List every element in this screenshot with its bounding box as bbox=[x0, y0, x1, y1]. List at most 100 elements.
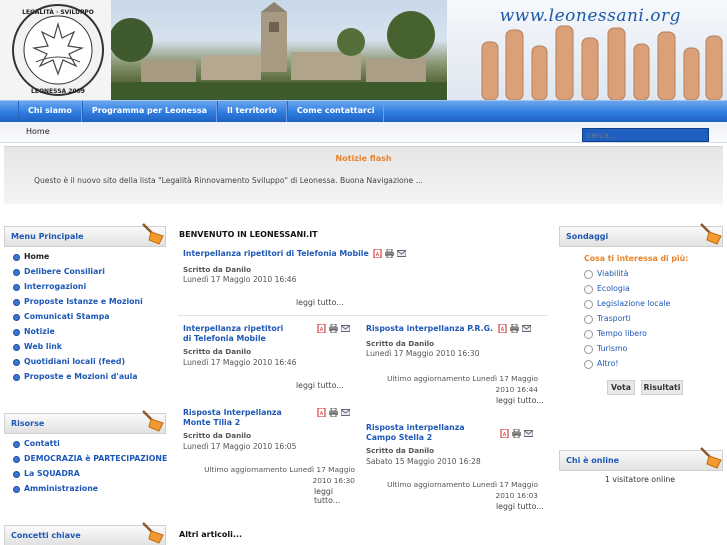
pdf-icon[interactable]: A bbox=[373, 249, 382, 258]
risorse-title: Risorse bbox=[11, 419, 45, 428]
print-icon[interactable] bbox=[329, 324, 338, 333]
radio-icon[interactable] bbox=[584, 345, 593, 354]
sondaggi-title: Sondaggi bbox=[566, 232, 609, 241]
menu-item-home[interactable]: Home bbox=[10, 250, 49, 265]
menu-item-weblink[interactable]: Web link bbox=[10, 340, 62, 355]
bullet-icon bbox=[13, 254, 20, 261]
print-icon[interactable] bbox=[385, 249, 395, 258]
menu-item-label: Delibere Consiliari bbox=[24, 267, 105, 276]
bullet-icon bbox=[13, 359, 20, 366]
radio-icon[interactable] bbox=[584, 315, 593, 324]
radio-icon[interactable] bbox=[584, 270, 593, 279]
email-icon[interactable] bbox=[397, 249, 407, 258]
results-button[interactable]: Risultati bbox=[641, 380, 683, 395]
nav-contattarci[interactable]: Come contattarci bbox=[286, 101, 385, 123]
article-updated: Ultimo aggiornamento Lunedì 17 Maggio 20… bbox=[204, 465, 355, 485]
bullet-icon bbox=[13, 456, 20, 463]
menu-item-label: Notizie bbox=[24, 327, 55, 336]
featured-article: Interpellanza ripetitori di Telefonia Mo… bbox=[183, 249, 553, 307]
pdf-icon[interactable]: A bbox=[317, 408, 326, 417]
poll-option-legislazione[interactable]: Legislazione locale bbox=[584, 298, 670, 312]
poll-option-trasporti[interactable]: Trasporti bbox=[584, 313, 631, 327]
menu-item-delibere[interactable]: Delibere Consiliari bbox=[10, 265, 105, 280]
nav-chi-siamo[interactable]: Chi siamo bbox=[18, 101, 82, 123]
print-icon[interactable] bbox=[509, 324, 519, 333]
nav-programma[interactable]: Programma per Leonessa bbox=[81, 101, 218, 123]
menu-item-proposte[interactable]: Proposte Istanze e Mozioni bbox=[10, 295, 143, 310]
svg-text:A: A bbox=[320, 327, 324, 333]
flash-news-title: Notizie flash bbox=[335, 154, 392, 163]
poll-option-tempo-libero[interactable]: Tempo libero bbox=[584, 328, 647, 342]
poll-option-ecologia[interactable]: Ecologia bbox=[584, 283, 630, 297]
menu-item-contatti[interactable]: Contatti bbox=[10, 437, 60, 452]
article-1: Interpellanza ripetitori di Telefonia Mo… bbox=[183, 324, 358, 398]
article-author: Scritto da Danilo bbox=[366, 339, 435, 348]
email-icon[interactable] bbox=[341, 324, 350, 333]
menu-item-label: Proposte Istanze e Mozioni bbox=[24, 297, 143, 306]
svg-text:LEGALITÀ · SVILUPPO: LEGALITÀ · SVILUPPO bbox=[22, 9, 94, 16]
chi-online-title: Chi è online bbox=[566, 456, 620, 465]
article-date: Lunedì 17 Maggio 2010 16:05 bbox=[183, 442, 297, 451]
read-more-link[interactable]: leggi tutto... bbox=[296, 381, 344, 390]
radio-icon[interactable] bbox=[584, 300, 593, 309]
article-title-link[interactable]: Risposta interpellanza Campo Stella 2 bbox=[366, 423, 486, 443]
read-more-link[interactable]: leggi tutto... bbox=[314, 487, 358, 505]
article-tools: A bbox=[498, 324, 531, 333]
poll-option-turismo[interactable]: Turismo bbox=[584, 343, 627, 357]
read-more-link[interactable]: leggi tutto... bbox=[296, 298, 344, 307]
poll-option-viabilita[interactable]: Viabilità bbox=[584, 268, 628, 282]
article-title-link[interactable]: Risposta interpellanza P.R.G. bbox=[366, 324, 493, 333]
menu-item-amministrazione[interactable]: Amministrazione bbox=[10, 482, 98, 497]
email-icon[interactable] bbox=[521, 324, 531, 333]
menu-item-democrazia[interactable]: DEMOCRAZIA è PARTECIPAZIONE bbox=[10, 452, 167, 467]
poll-option-altro[interactable]: Altro! bbox=[584, 358, 619, 372]
breadcrumb-home[interactable]: Home bbox=[26, 127, 50, 136]
nav-territorio[interactable]: Il territorio bbox=[217, 101, 287, 123]
more-articles-heading: Altri articoli... bbox=[179, 530, 242, 539]
menu-item-label: Comunicati Stampa bbox=[24, 312, 110, 321]
leonessa-seal-logo: LEGALITÀ · SVILUPPO LEONESSA 2009 bbox=[12, 4, 104, 96]
search-input[interactable] bbox=[582, 128, 709, 142]
read-more-link[interactable]: leggi tutto... bbox=[496, 502, 544, 511]
email-icon[interactable] bbox=[524, 429, 533, 438]
menu-item-mozioni[interactable]: Proposte e Mozioni d'aula bbox=[10, 370, 138, 385]
menu-item-comunicati[interactable]: Comunicati Stampa bbox=[10, 310, 110, 325]
bullet-icon bbox=[13, 284, 20, 291]
pdf-icon[interactable]: A bbox=[500, 429, 509, 438]
article-4: Risposta interpellanza Campo Stella 2 A … bbox=[366, 423, 544, 515]
broom-icon bbox=[142, 223, 164, 245]
print-icon[interactable] bbox=[512, 429, 521, 438]
article-tools: A bbox=[373, 249, 407, 258]
menu-principale-title: Menu Principale bbox=[11, 232, 84, 241]
article-title-link[interactable]: Interpellanza ripetitori di Telefonia Mo… bbox=[183, 324, 293, 344]
article-author: Scritto da Danilo bbox=[183, 347, 252, 356]
read-more-link[interactable]: leggi tutto... bbox=[496, 396, 544, 405]
radio-icon[interactable] bbox=[584, 285, 593, 294]
menu-item-label: Web link bbox=[24, 342, 62, 351]
menu-item-interrogazioni[interactable]: Interrogazioni bbox=[10, 280, 86, 295]
pdf-icon[interactable]: A bbox=[498, 324, 507, 333]
article-updated: Ultimo aggiornamento Lunedì 17 Maggio 20… bbox=[387, 374, 538, 394]
article-title-link[interactable]: Interpellanza ripetitori di Telefonia Mo… bbox=[183, 249, 369, 258]
pdf-icon[interactable]: A bbox=[317, 324, 326, 333]
concetti-title: Concetti chiave bbox=[11, 531, 81, 540]
menu-item-label: Proposte e Mozioni d'aula bbox=[24, 372, 138, 381]
svg-text:A: A bbox=[503, 432, 507, 438]
article-date: Lunedì 17 Maggio 2010 16:46 bbox=[183, 358, 297, 367]
site-url-logo: www.leonessani.org bbox=[499, 6, 681, 26]
menu-item-squadra[interactable]: La SQUADRA bbox=[10, 467, 80, 482]
menu-item-notizie[interactable]: Notizie bbox=[10, 325, 55, 340]
article-author: Scritto da Danilo bbox=[183, 431, 252, 440]
article-title-link[interactable]: Risposta Interpellanza Monte Tilia 2 bbox=[183, 408, 301, 428]
welcome-title: BENVENUTO IN LEONESSANI.IT bbox=[179, 230, 318, 239]
menu-item-label: DEMOCRAZIA è PARTECIPAZIONE bbox=[24, 454, 168, 463]
menu-item-quotidiani[interactable]: Quotidiani locali (feed) bbox=[10, 355, 125, 370]
email-icon[interactable] bbox=[341, 408, 350, 417]
online-visitors-text: 1 visitatore online bbox=[604, 475, 676, 484]
article-author: Scritto da Danilo bbox=[366, 446, 435, 455]
radio-icon[interactable] bbox=[584, 330, 593, 339]
menu-item-label: Quotidiani locali (feed) bbox=[24, 357, 126, 366]
print-icon[interactable] bbox=[329, 408, 338, 417]
radio-icon[interactable] bbox=[584, 360, 593, 369]
vote-button[interactable]: Vota bbox=[607, 380, 635, 395]
